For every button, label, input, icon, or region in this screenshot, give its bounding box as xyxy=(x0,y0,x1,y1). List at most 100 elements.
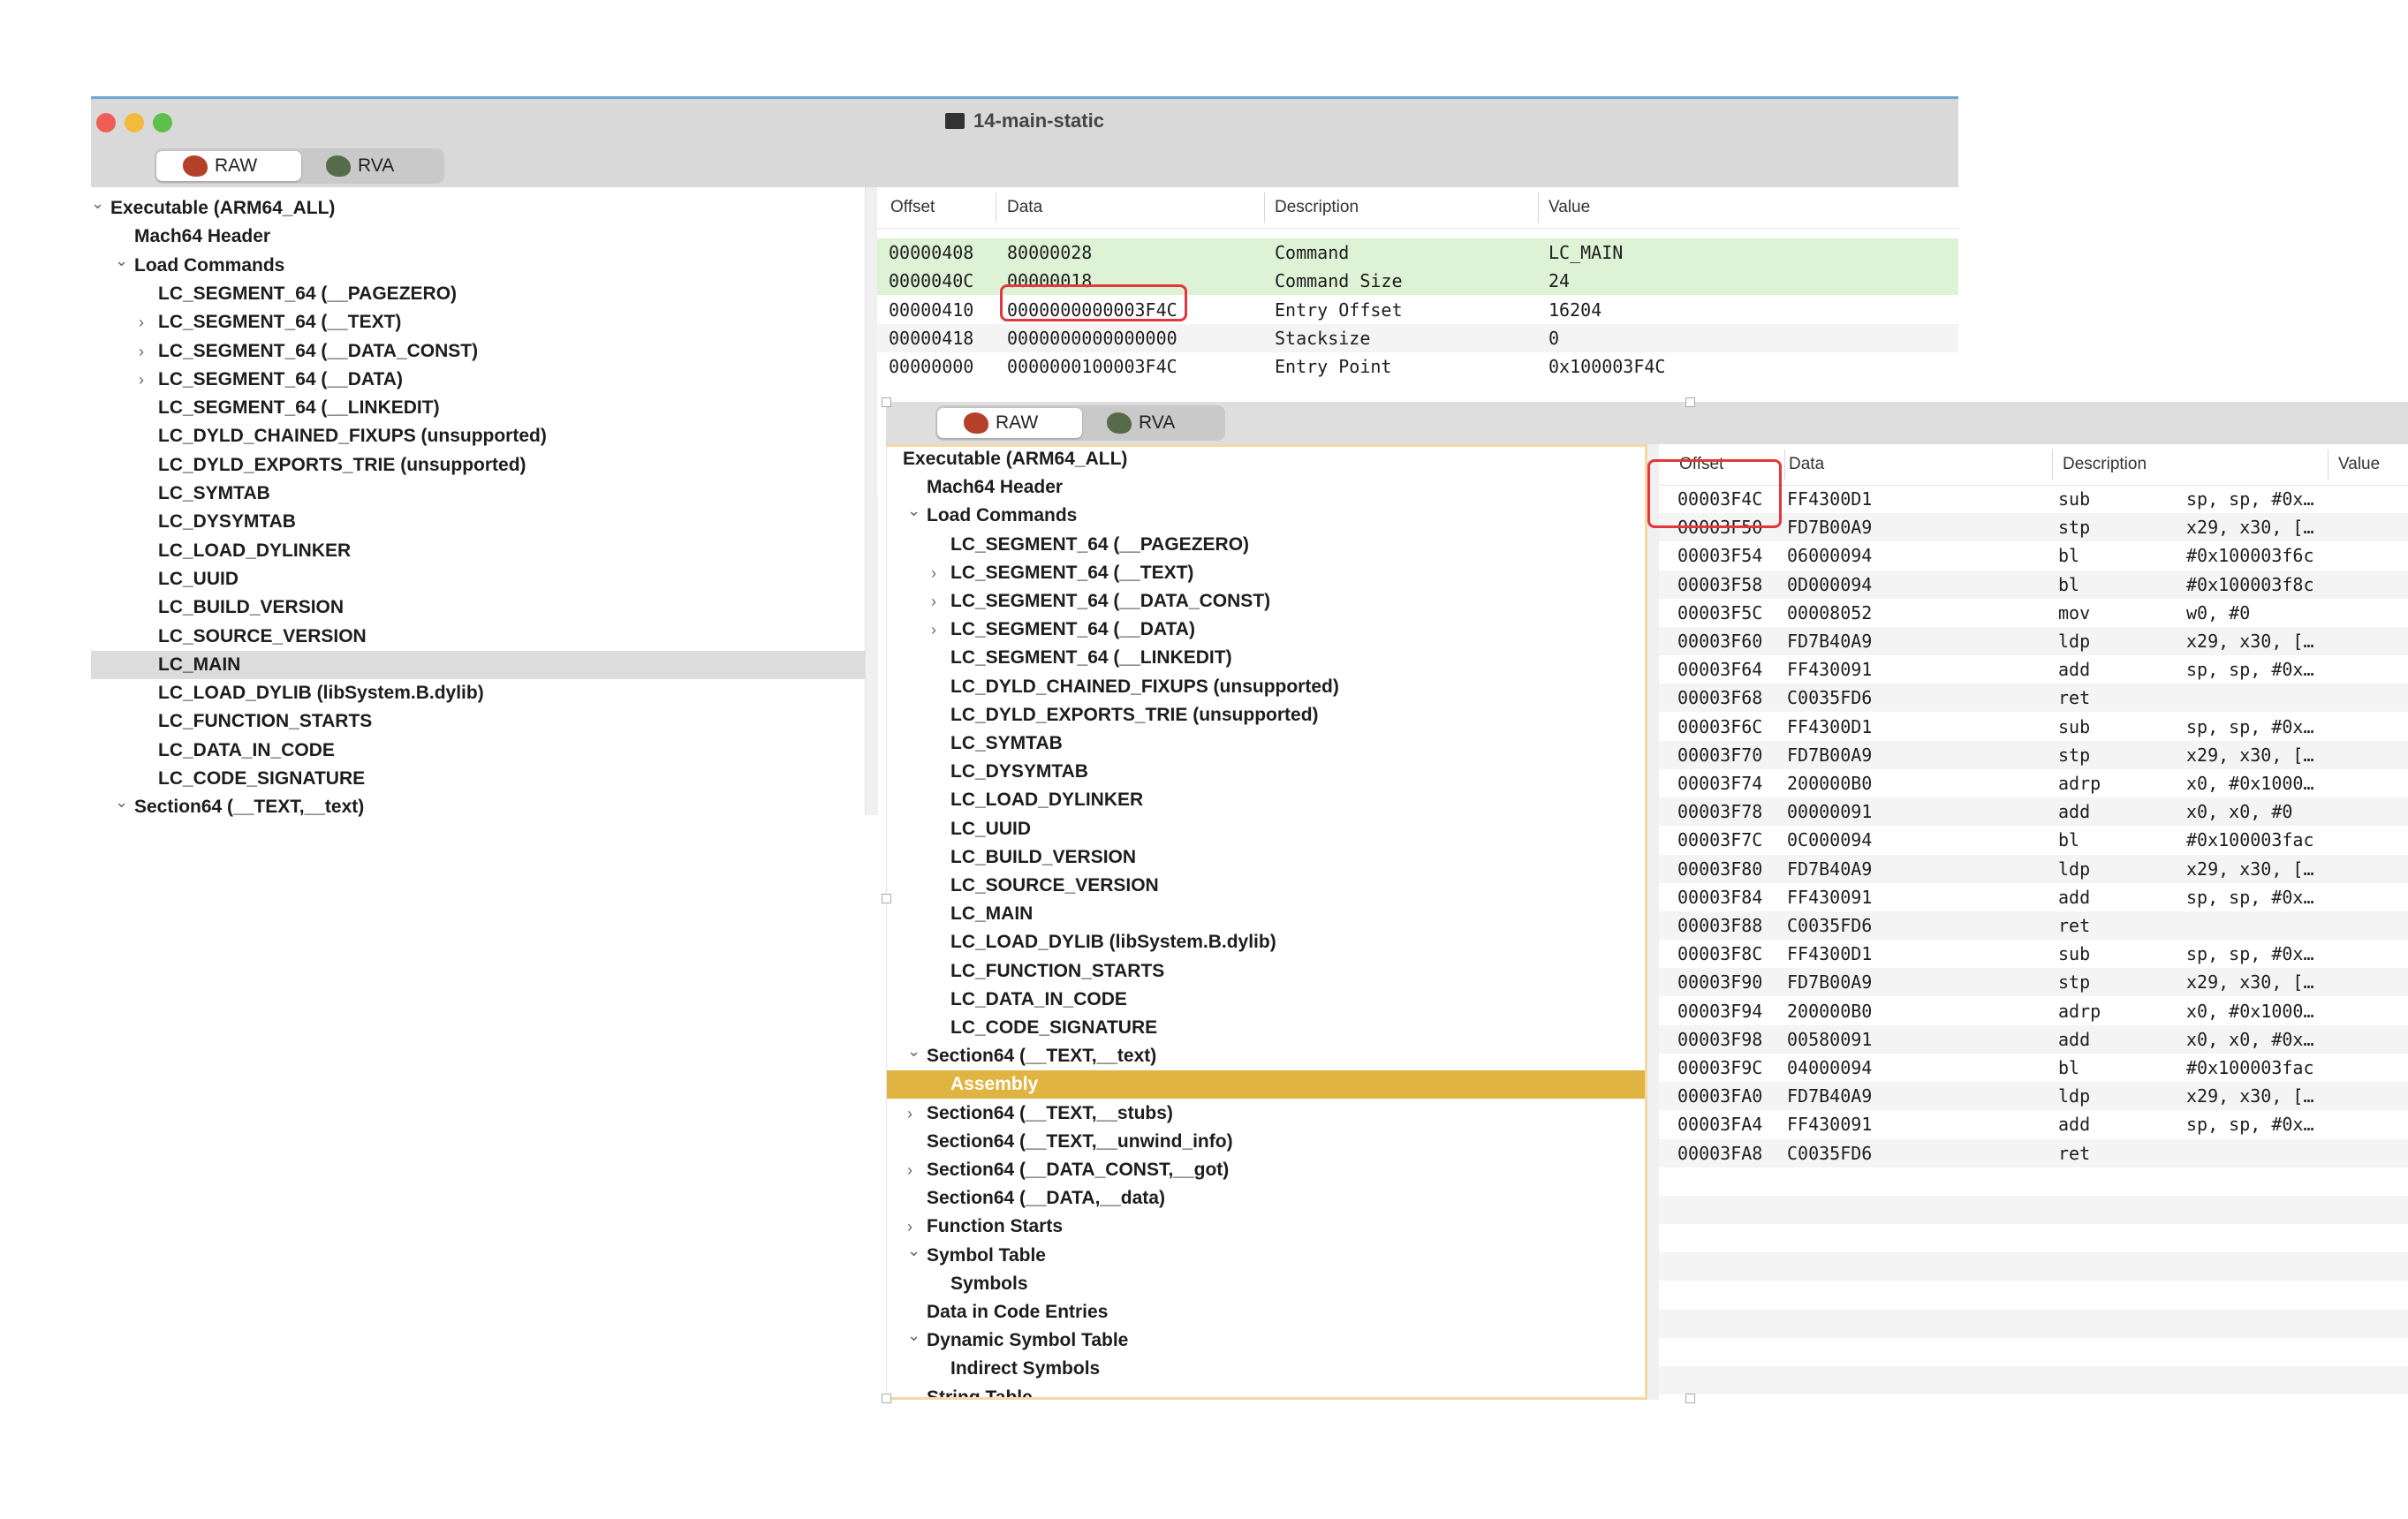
col-description[interactable]: Description xyxy=(2063,455,2147,474)
table-row[interactable] xyxy=(1659,1168,2408,1196)
resize-handle[interactable] xyxy=(882,397,891,407)
tree-item[interactable]: LC_SOURCE_VERSION xyxy=(887,872,1645,900)
resize-handle[interactable] xyxy=(1685,1394,1695,1403)
table-row[interactable]: 00003F54 06000094 bl #0x100003f6c xyxy=(1659,541,2408,570)
raw-mode-button[interactable]: RAW xyxy=(937,408,1082,438)
chevron-right-icon[interactable]: › xyxy=(931,587,936,616)
table-row[interactable] xyxy=(1659,1252,2408,1281)
resize-handle[interactable] xyxy=(882,894,891,903)
tree-item[interactable]: LC_FUNCTION_STARTS xyxy=(887,957,1645,986)
table-row[interactable]: 00003F70 FD7B00A9 stp x29, x30, [… xyxy=(1659,740,2408,769)
table-row[interactable]: 00003F64 FF430091 add sp, sp, #0x… xyxy=(1659,655,2408,684)
table-row[interactable]: 00003F9C 04000094 bl #0x100003fac xyxy=(1659,1054,2408,1082)
table-row[interactable] xyxy=(1659,1224,2408,1252)
tree-item[interactable]: ⌄ Section64 (__TEXT,__text) xyxy=(887,1042,1645,1070)
table-row[interactable] xyxy=(1659,1281,2408,1310)
tree-item[interactable]: ⌄ Symbol Table xyxy=(887,1242,1645,1270)
table-row[interactable]: 00003FA0 FD7B40A9 ldp x29, x30, [… xyxy=(1659,1082,2408,1111)
tree-item[interactable]: Symbols xyxy=(887,1270,1645,1298)
tree-item[interactable]: LC_DYLD_EXPORTS_TRIE (unsupported) xyxy=(887,701,1645,729)
raw-mode-button[interactable]: RAW xyxy=(156,151,301,181)
table-row[interactable] xyxy=(1659,1338,2408,1366)
tree-item[interactable]: LC_FUNCTION_STARTS xyxy=(91,707,865,736)
chevron-right-icon[interactable]: › xyxy=(931,616,936,644)
chevron-down-icon[interactable]: ⌄ xyxy=(91,189,104,217)
resize-handle[interactable] xyxy=(1685,397,1695,407)
table-row[interactable]: 00003F78 00000091 add x0, x0, #0 xyxy=(1659,797,2408,827)
table-row[interactable]: 00003F5C 00008052 mov w0, #0 xyxy=(1659,599,2408,627)
tree-item[interactable]: LC_DYLD_EXPORTS_TRIE (unsupported) xyxy=(91,451,865,480)
table-row[interactable]: 00003F80 FD7B40A9 ldp x29, x30, [… xyxy=(1659,854,2408,883)
chevron-down-icon[interactable]: ⌄ xyxy=(907,1037,920,1065)
tree-item[interactable]: LC_SYMTAB xyxy=(91,480,865,508)
table-row[interactable]: 00003F98 00580091 add x0, x0, #0x… xyxy=(1659,1024,2408,1054)
tree-item[interactable]: LC_SOURCE_VERSION xyxy=(91,623,865,651)
tree-item[interactable]: LC_DYSYMTAB xyxy=(887,758,1645,786)
tree-item[interactable]: › LC_SEGMENT_64 (__DATA_CONST) xyxy=(887,587,1645,616)
tree-item[interactable]: ⌄ Load Commands xyxy=(887,502,1645,530)
tree-item[interactable]: LC_LOAD_DYLIB (libSystem.B.dylib) xyxy=(887,928,1645,956)
tree-item[interactable]: LC_UUID xyxy=(887,815,1645,843)
col-data[interactable]: Data xyxy=(1007,198,1042,217)
table-row[interactable]: 00003F94 200000B0 adrp x0, #0x1000… xyxy=(1659,997,2408,1025)
chevron-right-icon[interactable]: › xyxy=(907,1100,912,1128)
tree-item[interactable]: LC_BUILD_VERSION xyxy=(887,843,1645,872)
table-row[interactable] xyxy=(1659,1394,2408,1400)
tree-item[interactable]: LC_UUID xyxy=(91,565,865,593)
tree-item[interactable]: LC_SYMTAB xyxy=(887,729,1645,758)
tree-item[interactable]: › Function Starts xyxy=(887,1213,1645,1241)
tree-item[interactable]: Mach64 Header xyxy=(887,473,1645,502)
tree-item[interactable]: LC_LOAD_DYLINKER xyxy=(887,786,1645,814)
tree-item[interactable]: LC_SEGMENT_64 (__PAGEZERO) xyxy=(887,531,1645,559)
pane-splitter[interactable] xyxy=(865,187,878,815)
table-row[interactable]: 00000418 0000000000000000 Stacksize 0 xyxy=(877,323,1958,352)
tree-item[interactable]: LC_DYLD_CHAINED_FIXUPS (unsupported) xyxy=(887,673,1645,701)
table-row[interactable] xyxy=(1659,1196,2408,1224)
table-row[interactable]: 00003F88 C0035FD6 ret xyxy=(1659,911,2408,940)
rva-mode-button[interactable]: RVA xyxy=(299,151,441,181)
table-row[interactable]: 00003F8C FF4300D1 sub sp, sp, #0x… xyxy=(1659,940,2408,968)
tree-item[interactable]: LC_MAIN xyxy=(91,650,865,679)
tree-item[interactable]: LC_LOAD_DYLINKER xyxy=(91,537,865,565)
tree-item[interactable]: LC_SEGMENT_64 (__LINKEDIT) xyxy=(887,644,1645,672)
table-row[interactable]: 00000000 0000000100003F4C Entry Point 0x100… xyxy=(877,352,1958,381)
tree-item[interactable]: › LC_SEGMENT_64 (__DATA_CONST) xyxy=(91,337,865,366)
table-row[interactable]: 00003F6C FF4300D1 sub sp, sp, #0x… xyxy=(1659,713,2408,741)
tree-item[interactable]: › LC_SEGMENT_64 (__DATA) xyxy=(887,616,1645,644)
col-data[interactable]: Data xyxy=(1789,455,1824,474)
tree-item[interactable]: LC_DYLD_CHAINED_FIXUPS (unsupported) xyxy=(91,422,865,450)
chevron-down-icon[interactable]: ⌄ xyxy=(115,246,128,275)
tree-item[interactable]: Data in Code Entries xyxy=(887,1298,1645,1326)
tree-item[interactable]: › LC_SEGMENT_64 (__TEXT) xyxy=(91,308,865,336)
col-value[interactable]: Value xyxy=(1549,198,1590,217)
chevron-down-icon[interactable]: ⌄ xyxy=(907,496,920,525)
chevron-right-icon[interactable]: › xyxy=(931,559,936,587)
chevron-right-icon[interactable]: › xyxy=(139,308,144,336)
col-offset[interactable]: Offset xyxy=(890,198,935,217)
tree-item[interactable]: Assembly xyxy=(887,1070,1645,1100)
tree-item[interactable]: Mach64 Header xyxy=(91,223,865,251)
table-row[interactable]: 00003F90 FD7B00A9 stp x29, x30, [… xyxy=(1659,968,2408,997)
tree-item[interactable]: LC_SEGMENT_64 (__PAGEZERO) xyxy=(91,280,865,308)
rva-mode-button[interactable]: RVA xyxy=(1080,408,1222,438)
tree-item[interactable]: › LC_SEGMENT_64 (__DATA) xyxy=(91,366,865,394)
table-row[interactable] xyxy=(1659,1309,2408,1338)
col-value[interactable]: Value xyxy=(2338,455,2380,474)
chevron-right-icon[interactable]: › xyxy=(907,1156,912,1184)
chevron-down-icon[interactable]: ⌄ xyxy=(907,1321,920,1349)
pane-splitter[interactable] xyxy=(1647,444,1659,1400)
tree-item[interactable]: ⌄ Load Commands xyxy=(91,252,865,280)
tree-item[interactable]: LC_CODE_SIGNATURE xyxy=(887,1014,1645,1042)
tree-item[interactable]: LC_DATA_IN_CODE xyxy=(887,986,1645,1014)
chevron-down-icon[interactable]: ⌄ xyxy=(907,1236,920,1265)
table-row[interactable]: 00003FA8 C0035FD6 ret xyxy=(1659,1138,2408,1168)
table-row[interactable]: 00003F84 FF430091 add sp, sp, #0x… xyxy=(1659,883,2408,911)
table-row[interactable]: 00003F60 FD7B40A9 ldp x29, x30, [… xyxy=(1659,627,2408,655)
table-row[interactable]: 00003F58 0D000094 bl #0x100003f8c xyxy=(1659,570,2408,599)
tree-item[interactable]: Section64 (__TEXT,__unwind_info) xyxy=(887,1128,1645,1156)
tree-item[interactable]: › Section64 (__DATA_CONST,__got) xyxy=(887,1156,1645,1184)
table-row[interactable]: 00000408 80000028 Command LC_MAIN xyxy=(877,238,1958,267)
tree-item[interactable]: Executable (ARM64_ALL) xyxy=(887,447,1645,473)
tree-item[interactable]: › Section64 (__TEXT,__stubs) xyxy=(887,1100,1645,1128)
table-row[interactable]: 00003F74 200000B0 adrp x0, #0x1000… xyxy=(1659,769,2408,797)
